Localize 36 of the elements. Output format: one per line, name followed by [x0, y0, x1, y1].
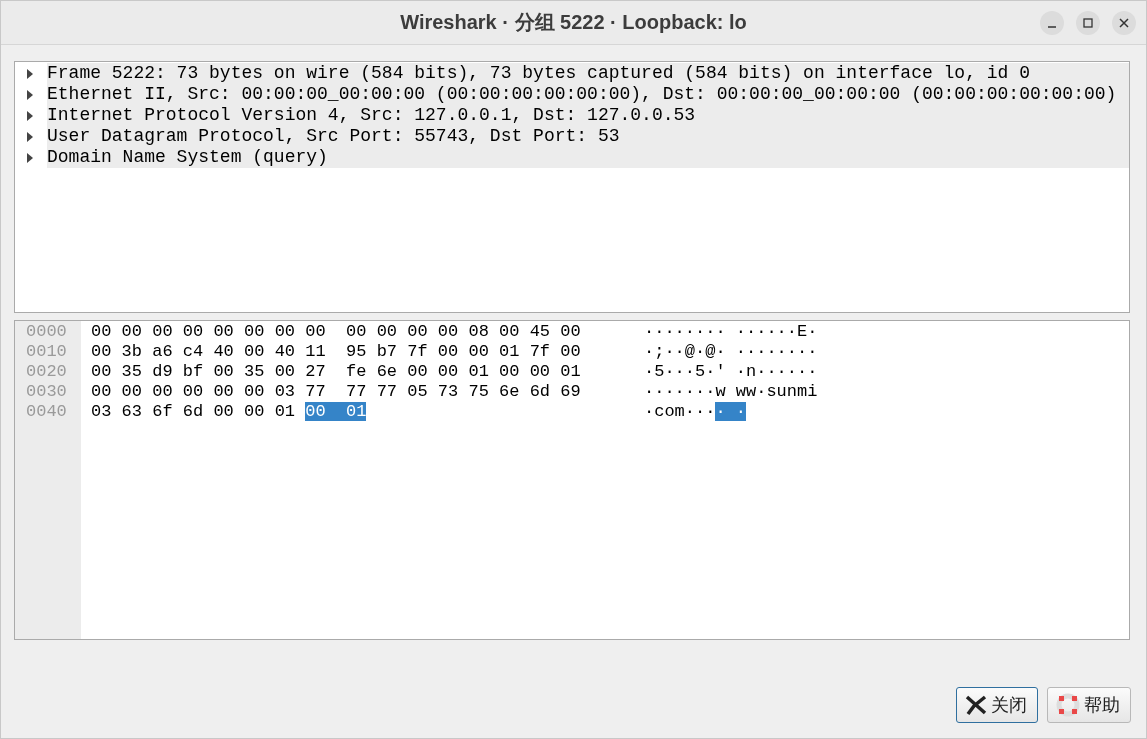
collapsed-arrow-icon[interactable]: [25, 131, 35, 142]
tree-item[interactable]: Internet Protocol Version 4, Src: 127.0.0.1, Dst: 127.0.0.53: [47, 105, 1129, 126]
ascii-bytes: ·5···5·' ·n······: [644, 362, 818, 382]
maximize-button[interactable]: [1076, 11, 1100, 35]
hex-bytes: 00 3b a6 c4 40 00 40 11 95 b7 7f 00 00 01 7f 00: [91, 342, 582, 362]
ascii-bytes: ·······w ww·sunmi: [644, 382, 818, 402]
collapsed-arrow-icon[interactable]: [25, 110, 35, 121]
hex-bytes: 03 63 6f 6d 00 00 01 00 01: [91, 402, 368, 422]
help-button[interactable]: 帮助: [1047, 687, 1131, 723]
tree-item[interactable]: Ethernet II, Src: 00:00:00_00:00:00 (00:00:00:00:00:00), Dst: 00:00:00_00:00:00 (00:00:00:00:00:00): [47, 84, 1129, 105]
close-icon: [1119, 18, 1129, 28]
tree-item[interactable]: User Datagram Protocol, Src Port: 55743, Dst Port: 53: [47, 126, 1129, 147]
ascii-bytes: ········ ······E·: [644, 322, 818, 342]
maximize-icon: [1083, 18, 1093, 28]
hex-bytes: 00 00 00 00 00 00 00 00 00 00 00 00 08 00 45 00: [91, 322, 582, 342]
offset-label: 0040: [25, 402, 68, 422]
ascii-bytes: ·com···· ·: [644, 402, 747, 422]
window-title: Wireshark · 分组 5222 · Loopback: lo: [400, 10, 747, 35]
collapsed-arrow-icon[interactable]: [25, 68, 35, 79]
ascii-bytes: ·;··@·@· ········: [644, 342, 818, 362]
hex-bytes: 00 35 d9 bf 00 35 00 27 fe 6e 00 00 01 00 00 01: [91, 362, 582, 382]
tree-item[interactable]: Frame 5222: 73 bytes on wire (584 bits), 73 bytes captured (584 bits) on interface lo, id 0: [47, 63, 1129, 84]
offset-label: 0020: [25, 362, 68, 382]
close-icon: [965, 694, 987, 716]
tree-item[interactable]: Domain Name System (query): [47, 147, 1129, 168]
hex-bytes: 00 00 00 00 00 00 03 77 77 77 05 73 75 6e 6d 69: [91, 382, 582, 402]
minimize-icon: [1047, 26, 1057, 28]
offset-label: 0000: [25, 322, 68, 342]
collapsed-arrow-icon[interactable]: [25, 89, 35, 100]
offset-label: 0030: [25, 382, 68, 402]
collapsed-arrow-icon[interactable]: [25, 152, 35, 163]
offset-label: 0010: [25, 342, 68, 362]
minimize-button[interactable]: [1040, 11, 1064, 35]
close-dialog-button[interactable]: 关闭: [956, 687, 1038, 723]
close-button[interactable]: [1112, 11, 1136, 35]
lifebuoy-icon: [1056, 693, 1080, 717]
